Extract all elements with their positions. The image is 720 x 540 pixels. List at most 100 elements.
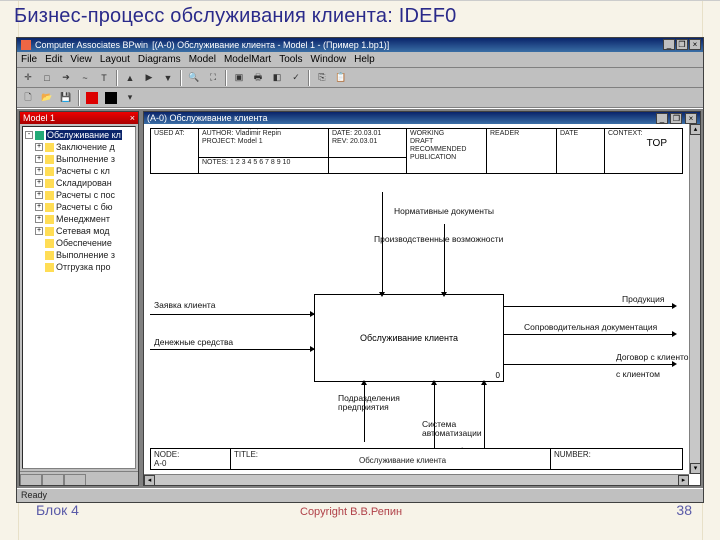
arrow-line — [364, 382, 365, 442]
menu-modelmart[interactable]: ModelMart — [224, 54, 271, 65]
tree-item[interactable]: + Менеджмент — [25, 213, 133, 225]
menu-help[interactable]: Help — [354, 54, 375, 65]
arrow-line — [504, 364, 674, 365]
tree-titlebar[interactable]: Model 1 × — [20, 112, 138, 124]
tree-item-label: Выполнение з — [56, 250, 115, 260]
modelmart-button[interactable]: ◧ — [268, 69, 286, 86]
scroll-left-button[interactable]: ◂ — [144, 475, 155, 486]
menu-view[interactable]: View — [70, 54, 92, 65]
print-button[interactable]: 🖶 — [249, 69, 267, 86]
nav-sibling[interactable]: ▶ — [140, 69, 158, 86]
scrollbar-vertical[interactable]: ▴ ▾ — [689, 124, 700, 474]
squiggle-tool[interactable]: ~ — [76, 69, 94, 86]
copy-button[interactable]: ⎘ — [313, 69, 331, 86]
page-icon — [45, 227, 54, 236]
scroll-down-button[interactable]: ▾ — [690, 463, 701, 474]
hdr-date-col: DATE: 20.03.01 REV: 20.03.01 — [329, 129, 407, 173]
ftr-node-val: A-0 — [154, 459, 166, 468]
maximize-button[interactable]: ❐ — [676, 39, 688, 50]
save-button[interactable]: 💾 — [57, 89, 75, 106]
activity-tool[interactable]: □ — [38, 69, 56, 86]
scrollbar-horizontal[interactable]: ◂ ▸ — [144, 474, 689, 485]
scroll-right-button[interactable]: ▸ — [678, 475, 689, 486]
expand-icon[interactable]: + — [35, 167, 43, 175]
app-icon — [21, 40, 31, 50]
tree-item-label: Расчеты с бю — [56, 202, 113, 212]
tree-tab-1[interactable] — [20, 474, 42, 485]
toolbar-sep-2 — [180, 70, 182, 86]
menu-model[interactable]: Model — [189, 54, 216, 65]
paste-button[interactable]: 📋 — [332, 69, 350, 86]
tree-item[interactable]: +Сетевая мод — [25, 225, 133, 237]
toolbar-sep-4 — [308, 70, 310, 86]
expand-icon[interactable]: + — [35, 155, 43, 163]
report-button[interactable]: ▣ — [230, 69, 248, 86]
expand-icon[interactable]: + — [35, 203, 43, 211]
hdr-used-at: USED AT: — [151, 129, 199, 173]
nav-child[interactable]: ▼ — [159, 69, 177, 86]
status-text: Ready — [21, 490, 47, 500]
collapse-icon[interactable]: - — [25, 131, 33, 139]
tree-root[interactable]: - Обслуживание кл — [25, 129, 133, 141]
close-button[interactable]: × — [689, 39, 701, 50]
scroll-up-button[interactable]: ▴ — [690, 124, 701, 135]
diagram-titlebar[interactable]: (A-0) Обслуживание клиента _ ❐ × — [144, 112, 700, 124]
color-swatch-red[interactable] — [83, 89, 101, 106]
arrowhead-down-icon — [441, 292, 447, 297]
tree-item[interactable]: +Расчеты с пос — [25, 189, 133, 201]
zoom-tool[interactable]: 🔍 — [185, 69, 203, 86]
tree-item-label: Менеджмент — [56, 214, 110, 224]
expand-icon[interactable]: + — [35, 191, 43, 199]
pointer-tool[interactable]: ✛ — [19, 69, 37, 86]
spell-button[interactable]: ✓ — [287, 69, 305, 86]
expand-icon[interactable]: + — [35, 179, 43, 187]
mdi-min-button[interactable]: _ — [656, 113, 668, 124]
menu-window[interactable]: Window — [311, 54, 347, 65]
tree-tabs — [20, 471, 138, 485]
new-button[interactable]: 🗋 — [19, 89, 37, 106]
output-label-3: Договор с клиентом — [616, 352, 694, 362]
menu-tools[interactable]: Tools — [279, 54, 302, 65]
tree-tab-2[interactable] — [42, 474, 64, 485]
mdi-close-button[interactable]: × — [685, 113, 697, 124]
menu-layout[interactable]: Layout — [100, 54, 130, 65]
text-tool[interactable]: T — [95, 69, 113, 86]
activity-number: 0 — [496, 371, 500, 380]
tree-item-label: Отгрузка про — [56, 262, 110, 272]
tree-item[interactable]: Отгрузка про — [25, 261, 133, 273]
menu-file[interactable]: File — [21, 54, 37, 65]
mdi-max-button[interactable]: ❐ — [670, 113, 682, 124]
menu-diagrams[interactable]: Diagrams — [138, 54, 181, 65]
page-icon — [45, 239, 54, 248]
zoom-fit[interactable]: ⛶ — [204, 69, 222, 86]
tree-item[interactable]: Выполнение з — [25, 249, 133, 261]
expand-icon[interactable]: + — [35, 215, 43, 223]
tree-item[interactable]: +Складирован — [25, 177, 133, 189]
diagram-canvas[interactable]: USED AT: AUTHOR: Vladimir Repin PROJECT:… — [144, 124, 689, 474]
ftr-node-lbl: NODE: — [154, 450, 179, 459]
activity-box[interactable]: Обслуживание клиента 0 — [314, 294, 504, 382]
menu-edit[interactable]: Edit — [45, 54, 62, 65]
tree-item[interactable]: +Заключение д — [25, 141, 133, 153]
minimize-button[interactable]: _ — [663, 39, 675, 50]
arrowhead-down-icon — [379, 292, 385, 297]
tree-close-icon[interactable]: × — [130, 113, 135, 123]
nav-parent[interactable]: ▲ — [121, 69, 139, 86]
arrow-tool[interactable]: ➔ — [57, 69, 75, 86]
expand-icon[interactable]: + — [35, 227, 43, 235]
color-swatch-black[interactable] — [102, 89, 120, 106]
tree-item[interactable]: Обеспечение — [25, 237, 133, 249]
titlebar[interactable]: Computer Associates BPwin [(A-0) Обслужи… — [17, 38, 703, 52]
color-dropdown[interactable]: ▾ — [121, 89, 139, 106]
tree-tab-3[interactable] — [64, 474, 86, 485]
expand-icon[interactable]: + — [35, 143, 43, 151]
tree-item[interactable]: +Выполнение з — [25, 153, 133, 165]
output-label-2: Сопроводительная документация — [524, 322, 657, 332]
tree-body[interactable]: - Обслуживание кл +Заключение д +Выполне… — [22, 126, 136, 469]
tree-item[interactable]: + Расчеты с бю — [25, 201, 133, 213]
titlebar-text-doc: [(A-0) Обслуживание клиента - Model 1 - … — [152, 40, 389, 50]
titlebar-text-prefix: Computer Associates BPwin — [35, 40, 148, 50]
slide-copyright: Copyright В.В.Репин — [300, 506, 402, 518]
open-button[interactable]: 📂 — [38, 89, 56, 106]
tree-item[interactable]: +Расчеты с кл — [25, 165, 133, 177]
